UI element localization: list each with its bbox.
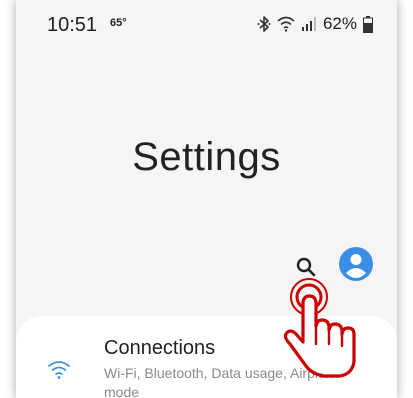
status-time: 10:51: [47, 14, 98, 36]
battery-percent: 62%: [322, 14, 357, 33]
phone-screen: 10:51 65° 62% Settings Connections Wi-Fi…: [16, 0, 397, 398]
wifi-status-icon: [277, 16, 295, 32]
bluetooth-icon: [257, 15, 271, 33]
status-temperature: 65°: [110, 17, 127, 29]
status-icons: 62%: [257, 14, 373, 34]
wifi-icon: [47, 360, 71, 385]
battery-icon: [363, 15, 373, 33]
pointing-hand-icon: [283, 278, 356, 378]
signal-icon: [301, 16, 317, 32]
status-bar: 10:51 65° 62%: [16, 0, 397, 40]
page-title: Settings: [132, 135, 281, 179]
list-item-title: Connections: [104, 337, 216, 359]
